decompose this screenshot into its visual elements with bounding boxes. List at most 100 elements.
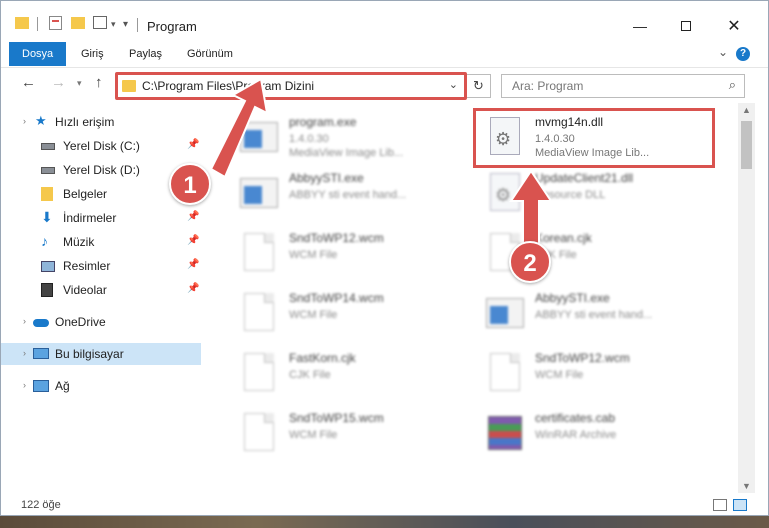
explorer-window: ▾ ▾ Program — ✕ Dosya Giriş Paylaş Görün… <box>0 0 769 516</box>
scroll-up-icon[interactable]: ▲ <box>742 105 751 115</box>
sidebar-item-disk-c[interactable]: Yerel Disk (C:) 📌 <box>1 135 201 157</box>
sidebar-item-onedrive[interactable]: › OneDrive <box>1 311 201 333</box>
file-description: MediaView Image Lib... <box>289 147 404 159</box>
close-button[interactable]: ✕ <box>711 11 757 41</box>
file-name: SndToWP12.wcm <box>535 351 630 365</box>
recent-chevron-icon[interactable]: ▾ <box>77 78 82 89</box>
maximize-button[interactable] <box>663 11 709 41</box>
videos-icon <box>41 283 53 297</box>
sidebar-item-music[interactable]: ♪ Müzik 📌 <box>1 231 201 253</box>
pictures-icon <box>41 261 55 272</box>
sidebar-item-label: Yerel Disk (C:) <box>63 139 140 153</box>
chevron-right-icon[interactable]: › <box>23 116 26 126</box>
chevron-right-icon[interactable]: › <box>23 348 26 358</box>
file-type: WinRAR Archive <box>535 429 617 441</box>
tab-share[interactable]: Paylaş <box>129 42 162 66</box>
properties-icon[interactable] <box>49 16 62 30</box>
file-icon <box>239 291 279 335</box>
file-type: WCM File <box>289 309 338 321</box>
sidebar-item-this-pc[interactable]: › Bu bilgisayar <box>1 343 201 365</box>
window-title: Program <box>147 19 197 34</box>
file-item[interactable]: SndToWP12.wcm WCM File <box>217 225 457 281</box>
step-2-badge: 2 <box>509 241 551 283</box>
sidebar-item-network[interactable]: › Ağ <box>1 375 201 397</box>
pin-icon[interactable]: 📌 <box>187 235 199 246</box>
tiles-view-icon[interactable] <box>733 499 747 511</box>
desktop-background <box>0 516 769 528</box>
computer-icon <box>33 348 49 359</box>
search-box[interactable]: Ara: Program ⌕ <box>501 74 745 98</box>
file-item[interactable]: FastKorn.cjk CJK File <box>217 345 457 401</box>
search-icon[interactable]: ⌕ <box>729 77 736 93</box>
file-description: ABBYY sti event hand... <box>535 309 653 321</box>
chevron-right-icon[interactable]: › <box>23 316 26 326</box>
file-name: FastKorn.cjk <box>289 351 356 365</box>
network-icon <box>33 380 49 392</box>
sidebar-item-downloads[interactable]: ⬇ İndirmeler 📌 <box>1 207 201 229</box>
sidebar-item-videos[interactable]: Videolar 📌 <box>1 279 201 301</box>
file-name: SndToWP12.wcm <box>289 231 384 245</box>
file-item[interactable]: SndToWP12.wcm WCM File <box>463 345 703 401</box>
pin-icon[interactable]: 📌 <box>187 211 199 222</box>
target-file-highlight <box>473 108 715 168</box>
archive-icon <box>485 411 525 455</box>
minimize-button[interactable]: — <box>617 11 663 41</box>
file-type: WCM File <box>289 429 338 441</box>
customize-toolbar-icon[interactable] <box>93 16 107 29</box>
sidebar-item-label: Belgeler <box>63 187 108 201</box>
file-name: program.exe <box>289 115 357 129</box>
vertical-scrollbar[interactable]: ▲ ▼ <box>738 103 755 493</box>
sidebar-item-pictures[interactable]: Resimler 📌 <box>1 255 201 277</box>
refresh-icon[interactable]: ↻ <box>467 74 491 98</box>
sidebar-item-label: Bu bilgisayar <box>55 347 124 361</box>
address-folder-icon <box>122 80 136 92</box>
details-view-icon[interactable] <box>713 499 727 511</box>
file-type: CJK File <box>289 369 331 381</box>
up-arrow-icon[interactable]: ↑ <box>95 74 103 91</box>
star-icon: ★ <box>35 113 47 128</box>
sidebar-item-label: Resimler <box>63 259 111 273</box>
file-item[interactable]: AbbyySTI.exe ABBYY sti event hand... <box>463 285 703 341</box>
forward-arrow-icon[interactable]: → <box>51 74 66 91</box>
file-item[interactable]: SndToWP14.wcm WCM File <box>217 285 457 341</box>
file-item[interactable]: certificates.cab WinRAR Archive <box>463 405 703 461</box>
scroll-down-icon[interactable]: ▼ <box>742 481 751 491</box>
chevron-right-icon[interactable]: › <box>23 380 26 390</box>
sidebar-item-label: İndirmeler <box>63 211 117 225</box>
search-input[interactable]: Ara: Program <box>512 79 583 93</box>
navigation-pane: › ★ Hızlı erişim Yerel Disk (C:) 📌 Yerel… <box>1 103 205 493</box>
file-version: 1.4.0.30 <box>289 133 329 145</box>
expand-ribbon-icon[interactable]: ⌄ <box>718 45 728 59</box>
help-icon[interactable]: ? <box>736 47 750 61</box>
pin-icon[interactable]: 📌 <box>187 259 199 270</box>
sidebar-item-quick-access[interactable]: › ★ Hızlı erişim <box>1 111 201 133</box>
new-folder-icon[interactable] <box>71 17 85 29</box>
sidebar-item-label: Ağ <box>55 379 70 393</box>
file-item[interactable]: ⚙ UpdateClient21.dll Resource DLL <box>463 165 703 221</box>
address-bar[interactable]: C:\Program Files\Program Dizini ⌄ <box>115 72 467 100</box>
drive-icon <box>41 167 55 174</box>
step-1-badge: 1 <box>169 163 211 205</box>
tab-view[interactable]: Görünüm <box>187 42 233 66</box>
toolbar-dropdown-icon[interactable]: ▾ <box>111 19 116 30</box>
file-item[interactable]: SndToWP15.wcm WCM File <box>217 405 457 461</box>
tab-file[interactable]: Dosya <box>9 42 67 66</box>
back-arrow-icon[interactable]: ← <box>21 74 36 91</box>
toolbar-more-icon[interactable]: ▾ <box>123 19 128 30</box>
file-item[interactable]: Korean.cjk CJK File <box>463 225 703 281</box>
file-type: WCM File <box>535 369 584 381</box>
scroll-thumb[interactable] <box>741 121 752 169</box>
file-icon <box>239 411 279 455</box>
documents-icon <box>41 187 53 201</box>
title-bar: ▾ ▾ Program — ✕ <box>1 1 768 41</box>
music-icon: ♪ <box>41 233 48 249</box>
sidebar-item-label: OneDrive <box>55 315 106 329</box>
file-description: ABBYY sti event hand... <box>289 189 407 201</box>
title-separator <box>137 18 138 32</box>
tab-home[interactable]: Giriş <box>81 42 104 66</box>
sidebar-item-label: Müzik <box>63 235 95 249</box>
pin-icon[interactable]: 📌 <box>187 283 199 294</box>
drive-icon <box>41 143 55 150</box>
file-name: SndToWP15.wcm <box>289 411 384 425</box>
address-dropdown-icon[interactable]: ⌄ <box>449 78 458 91</box>
